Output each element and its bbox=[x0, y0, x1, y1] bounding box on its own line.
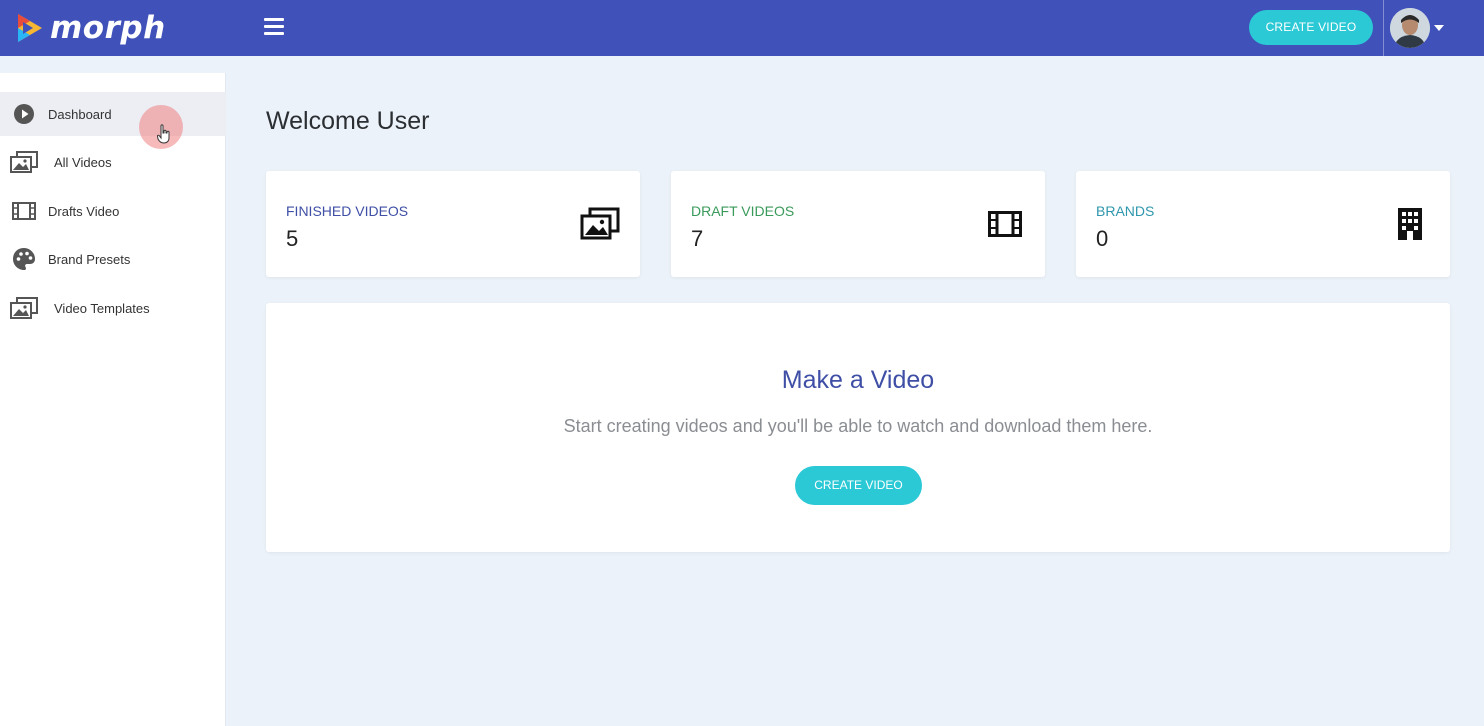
chevron-down-icon[interactable] bbox=[1434, 25, 1444, 31]
photo-gallery-icon bbox=[10, 150, 38, 174]
sidebar-item-label: Drafts Video bbox=[48, 203, 120, 219]
film-icon bbox=[985, 207, 1025, 241]
create-video-button[interactable]: CREATE VIDEO bbox=[795, 466, 922, 505]
sidebar-item-label: Dashboard bbox=[48, 106, 112, 122]
stat-card-draft-videos[interactable]: DRAFT VIDEOS 7 bbox=[671, 171, 1045, 277]
header-create-video-button[interactable]: CREATE VIDEO bbox=[1249, 10, 1373, 45]
avatar-portrait-icon bbox=[1390, 8, 1430, 48]
sidebar-item-label: Video Templates bbox=[54, 300, 150, 316]
photo-gallery-icon bbox=[10, 296, 38, 320]
panel-title: Make a Video bbox=[781, 366, 935, 394]
play-logo-icon bbox=[18, 14, 42, 42]
stat-card-finished-videos[interactable]: FINISHED VIDEOS 5 bbox=[266, 171, 640, 277]
photo-gallery-icon bbox=[580, 207, 620, 241]
stat-card-value: 5 bbox=[286, 226, 299, 251]
stat-card-value: 7 bbox=[691, 226, 704, 251]
sidebar-item-dashboard[interactable]: Dashboard bbox=[0, 92, 226, 136]
user-avatar[interactable] bbox=[1390, 8, 1430, 48]
stat-card-title: DRAFT VIDEOS bbox=[691, 203, 795, 219]
stat-card-title: BRANDS bbox=[1096, 203, 1155, 219]
stat-card-brands[interactable]: BRANDS 0 bbox=[1076, 171, 1450, 277]
building-icon bbox=[1390, 207, 1430, 241]
sidebar-item-brand-presets[interactable]: Brand Presets bbox=[0, 237, 226, 281]
make-video-panel: Make a Video Start creating videos and y… bbox=[266, 303, 1450, 552]
play-circle-icon bbox=[10, 102, 38, 126]
hand-cursor-icon bbox=[157, 124, 170, 144]
app-name: morph bbox=[50, 10, 166, 46]
page-title: Welcome User bbox=[266, 107, 430, 135]
sidebar-item-label: All Videos bbox=[54, 154, 112, 170]
sidebar-item-drafts-video[interactable]: Drafts Video bbox=[0, 189, 226, 233]
sidebar: Dashboard All Videos Drafts Video Brand … bbox=[0, 73, 226, 726]
header-divider bbox=[1383, 0, 1384, 56]
hamburger-icon[interactable] bbox=[264, 18, 284, 36]
stat-card-value: 0 bbox=[1096, 226, 1109, 251]
stat-card-title: FINISHED VIDEOS bbox=[286, 203, 409, 219]
morph-logo[interactable]: morph bbox=[12, 9, 166, 47]
sidebar-item-video-templates[interactable]: Video Templates bbox=[0, 286, 226, 330]
film-icon bbox=[10, 199, 38, 223]
palette-icon bbox=[10, 247, 38, 271]
sidebar-item-all-videos[interactable]: All Videos bbox=[0, 140, 226, 184]
top-navbar: morph CREATE VIDEO bbox=[0, 0, 1484, 56]
sidebar-item-label: Brand Presets bbox=[48, 251, 131, 267]
panel-subtitle: Start creating videos and you'll be able… bbox=[563, 416, 1153, 436]
